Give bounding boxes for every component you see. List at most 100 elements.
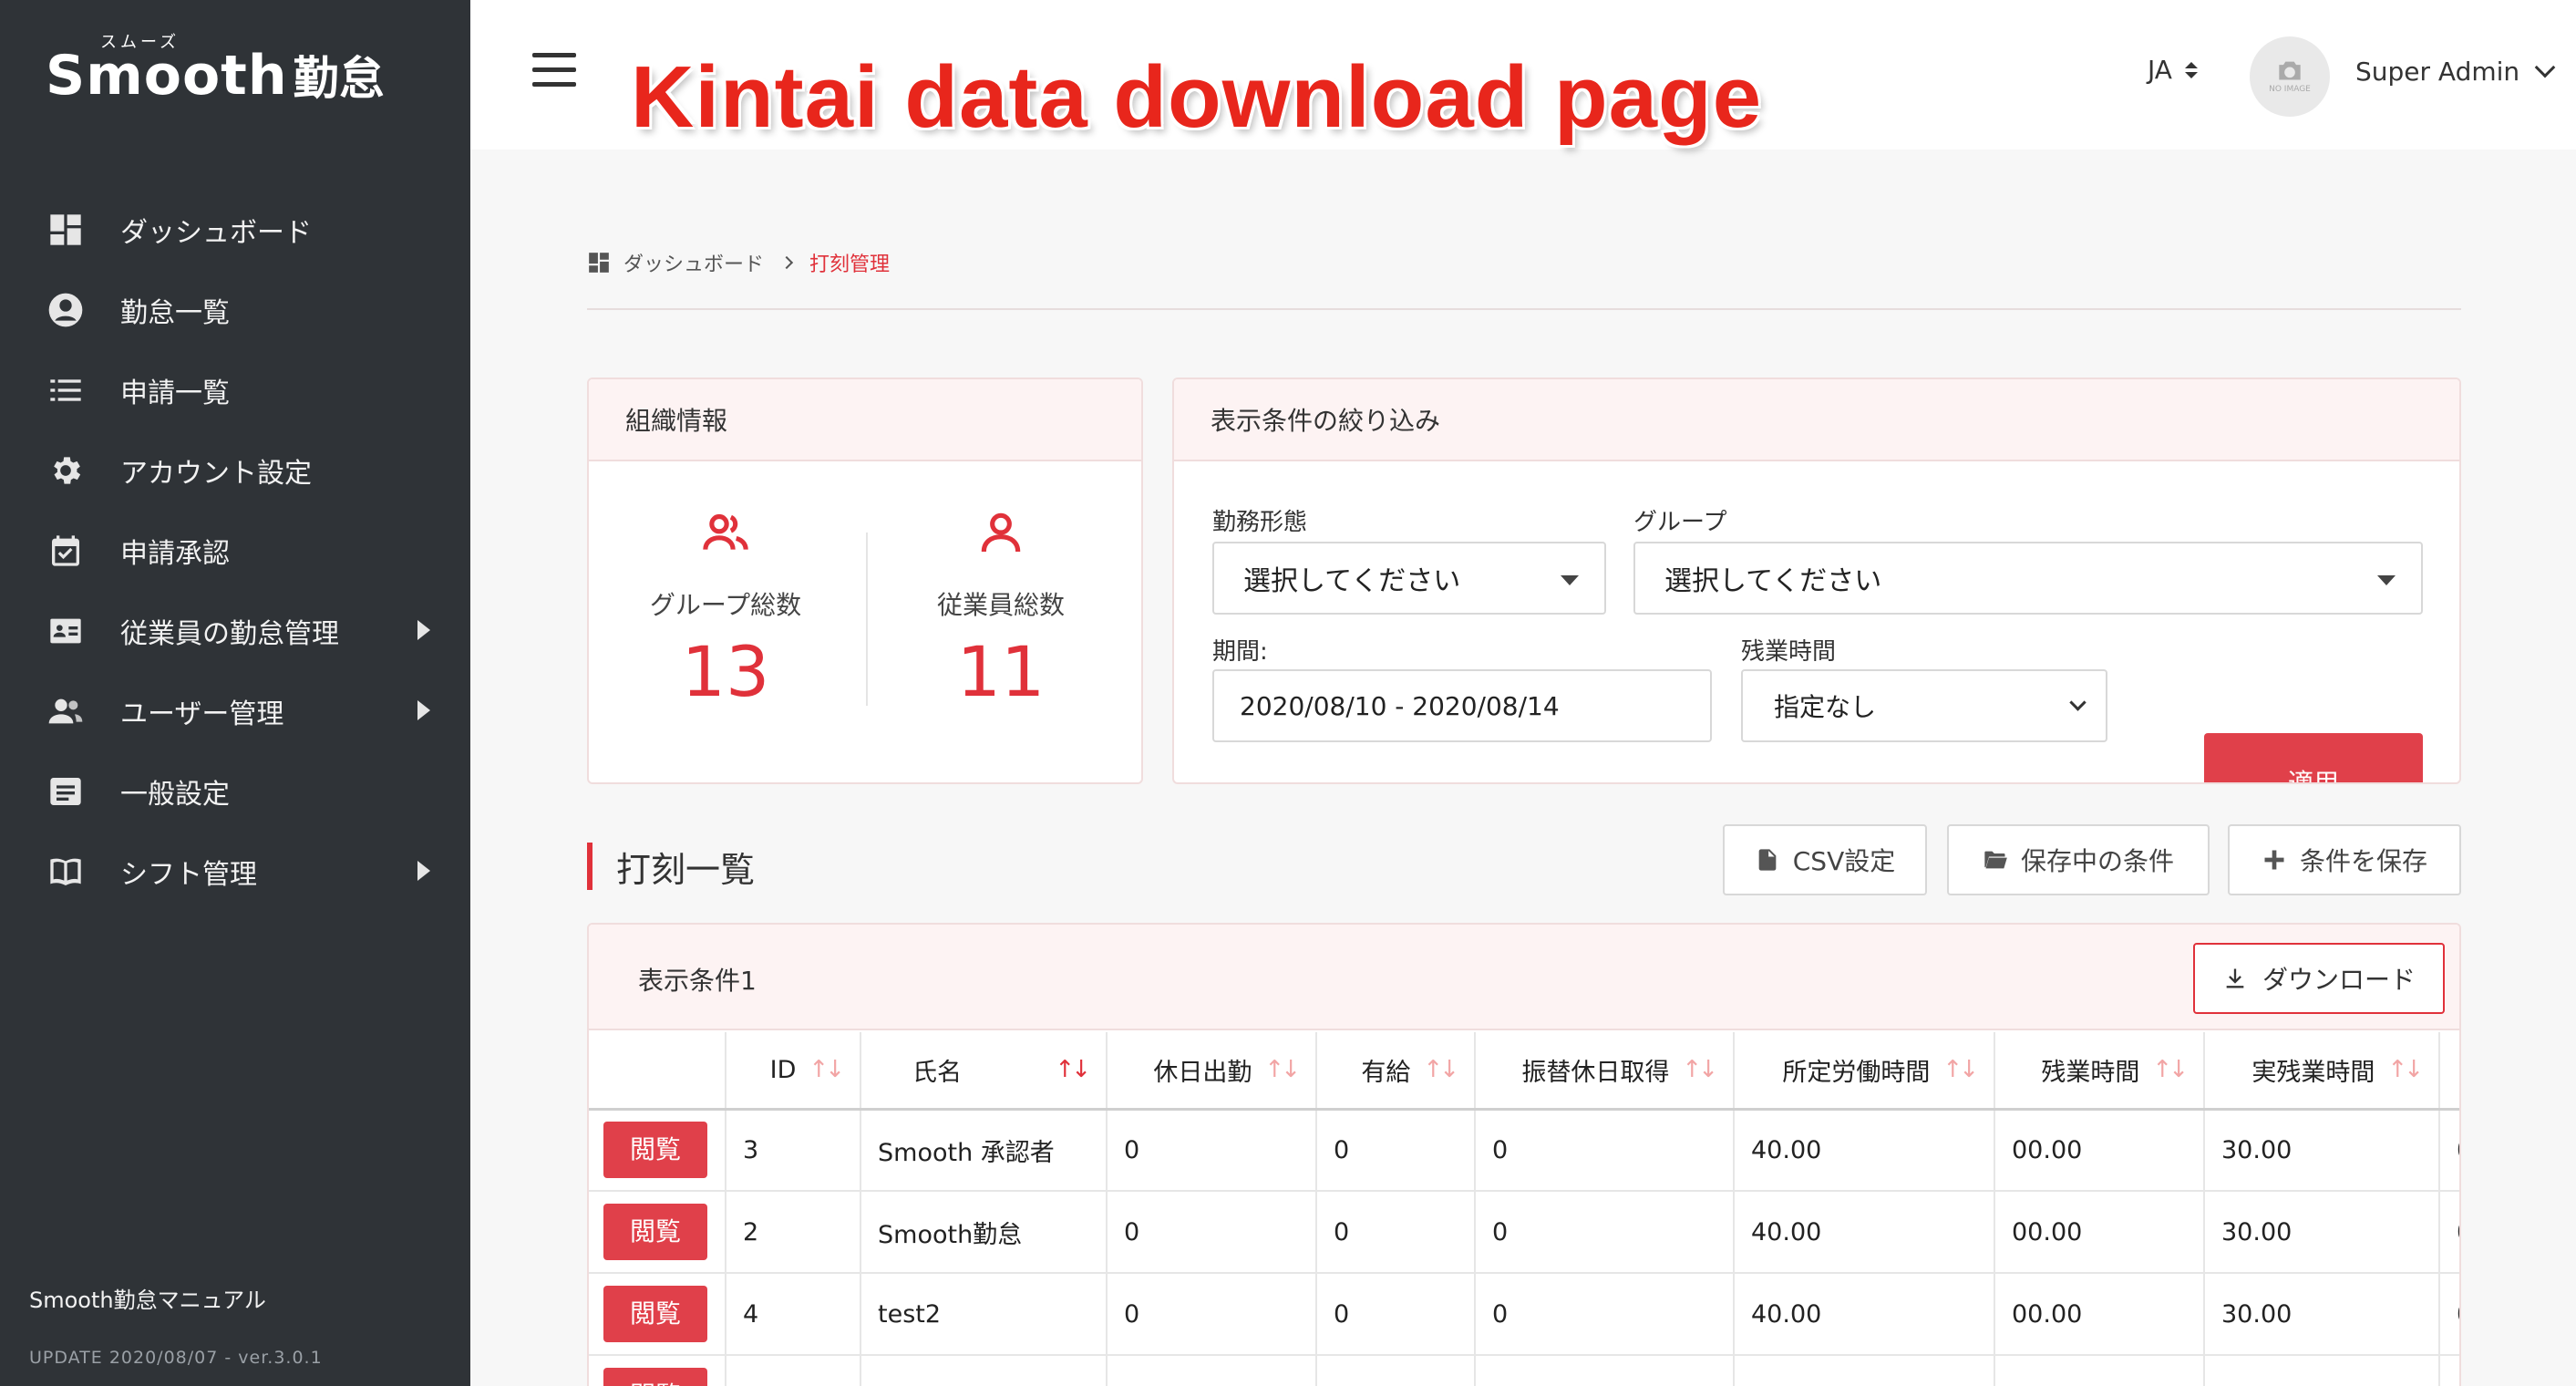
- app-logo[interactable]: スムーズ Smooth 勤怠: [46, 33, 385, 108]
- table-row: 閲覧 4 test2 0 0 0 40.00 00.00 30.00 0: [589, 1273, 2459, 1356]
- sidebar-item-request-list[interactable]: 申請一覧: [0, 350, 470, 430]
- column-header-actual-overtime[interactable]: 実残業時間 ↑↓: [2204, 1032, 2440, 1111]
- org-info-title: 組織情報: [589, 379, 1141, 461]
- version-text: UPDATE 2020/08/07 - ver.3.0.1: [29, 1348, 323, 1368]
- sidebar-item-label: 勤怠一覧: [120, 297, 230, 329]
- sidebar-item-user-management[interactable]: ユーザー管理: [0, 671, 470, 751]
- dashboard-icon: [589, 253, 609, 273]
- column-header-scheduled-hours[interactable]: 所定労働時間 ↑↓: [1734, 1032, 1995, 1111]
- caret-right-icon: [417, 700, 430, 720]
- cell-id: [726, 1355, 861, 1386]
- user-menu[interactable]: Super Admin: [2355, 57, 2556, 87]
- sidebar-item-label: シフト管理: [120, 859, 257, 891]
- overtime-value: 指定なし: [1774, 692, 1877, 722]
- settings-card-icon: [46, 771, 86, 812]
- sort-icon: ↑↓: [1682, 1056, 1718, 1084]
- logo-ruby: スムーズ: [100, 33, 180, 52]
- sidebar-item-dashboard[interactable]: ダッシュボード: [0, 190, 470, 270]
- list-icon: [46, 370, 86, 410]
- column-header-substitute-holiday[interactable]: 振替休日取得 ↑↓: [1475, 1032, 1735, 1111]
- sidebar-item-request-approval[interactable]: 申請承認: [0, 511, 470, 591]
- language-select[interactable]: JA: [2148, 55, 2198, 85]
- gear-icon: [46, 450, 86, 491]
- group-select[interactable]: 選択してください: [1633, 542, 2423, 615]
- table-header-bar: 表示条件1 ダウンロード: [589, 925, 2459, 1030]
- avatar-placeholder-text: NO IMAGE: [2269, 85, 2311, 94]
- save-condition-button[interactable]: 条件を保存: [2228, 824, 2461, 895]
- manual-link[interactable]: Smooth勤怠マニュアル: [29, 1282, 266, 1314]
- cell-extra: 0: [2439, 1109, 2459, 1192]
- period-input[interactable]: 2020/08/10 - 2020/08/14: [1212, 669, 1712, 742]
- hamburger-menu-icon[interactable]: [532, 53, 576, 88]
- cell-substitute: 0: [1475, 1191, 1735, 1274]
- chevron-down-icon: [2069, 694, 2087, 711]
- column-header-paid-leave[interactable]: 有給 ↑↓: [1316, 1032, 1476, 1111]
- column-header-id[interactable]: ID ↑↓: [726, 1032, 861, 1111]
- column-header-extra: [2439, 1032, 2459, 1111]
- breadcrumb-home[interactable]: ダッシュボード: [623, 248, 764, 277]
- sort-icon: ↑↓: [1942, 1056, 1979, 1084]
- sidebar-item-label: 従業員の勤怠管理: [120, 618, 339, 650]
- sort-active-icon: ↑↓: [1055, 1056, 1091, 1084]
- cell-holiday-work: 0: [1107, 1273, 1317, 1356]
- column-header-overtime[interactable]: 残業時間 ↑↓: [1994, 1032, 2205, 1111]
- download-label: ダウンロード: [2262, 965, 2416, 995]
- sort-icon: ↑↓: [2387, 1056, 2424, 1084]
- file-icon: [1758, 849, 1777, 871]
- column-header-holiday-work[interactable]: 休日出勤 ↑↓: [1107, 1032, 1317, 1111]
- overtime-select[interactable]: 指定なし: [1741, 669, 2107, 742]
- employee-count-label: 従業員総数: [936, 590, 1065, 620]
- sort-arrows-icon: [2184, 61, 2198, 78]
- user-name: Super Admin: [2355, 57, 2520, 87]
- cell-holiday-work: [1107, 1355, 1317, 1386]
- id-card-icon: [46, 611, 86, 651]
- avatar[interactable]: NO IMAGE: [2250, 36, 2330, 117]
- download-icon: [2226, 968, 2244, 988]
- table-row: 閲覧: [589, 1355, 2459, 1386]
- cell-substitute: 0: [1475, 1273, 1735, 1356]
- view-button[interactable]: 閲覧: [603, 1286, 707, 1342]
- breadcrumb-divider: [587, 308, 2461, 310]
- work-type-select[interactable]: 選択してください: [1212, 542, 1606, 615]
- cell-actual-overtime: 30.00: [2204, 1109, 2440, 1192]
- period-value: 2020/08/10 - 2020/08/14: [1240, 690, 1560, 721]
- group-count-block: グループ総数 13: [589, 507, 862, 712]
- dashboard-icon: [46, 210, 86, 250]
- download-button[interactable]: ダウンロード: [2193, 943, 2445, 1014]
- cell-paid-leave: 0: [1316, 1273, 1476, 1356]
- cell-id: 2: [726, 1191, 861, 1274]
- view-button[interactable]: 閲覧: [603, 1368, 707, 1386]
- period-label: 期間:: [1212, 638, 1268, 666]
- book-icon: [46, 852, 86, 892]
- table-header-row: ID ↑↓ 氏名 ↑↓ 休日出勤 ↑↓ 有給 ↑↓ 振替休日取得 ↑↓ 所定労働時間 ↑↓ …: [589, 1032, 2459, 1111]
- folder-open-icon: [1984, 851, 2007, 869]
- cell-overtime: 00.00: [1994, 1273, 2205, 1356]
- cell-substitute: 0: [1475, 1109, 1735, 1192]
- sidebar-item-account-settings[interactable]: アカウント設定: [0, 430, 470, 511]
- view-button[interactable]: 閲覧: [603, 1204, 707, 1260]
- cell-extra: 0: [2439, 1191, 2459, 1274]
- sidebar-item-employee-attendance[interactable]: 従業員の勤怠管理: [0, 591, 470, 671]
- cell-scheduled: 40.00: [1734, 1191, 1995, 1274]
- apply-button[interactable]: 適用: [2204, 733, 2423, 782]
- sidebar-item-attendance-list[interactable]: 勤怠一覧: [0, 270, 470, 350]
- sidebar-item-general-settings[interactable]: 一般設定: [0, 751, 470, 832]
- sort-icon: ↑↓: [1264, 1056, 1301, 1084]
- cell-id: 4: [726, 1273, 861, 1356]
- breadcrumb: ダッシュボード 打刻管理: [587, 248, 890, 277]
- sidebar-item-label: ユーザー管理: [120, 698, 284, 730]
- org-info-body: グループ総数 13 従業員総数 11: [589, 461, 1141, 782]
- camera-icon: [2279, 61, 2301, 80]
- sidebar-item-label: 申請承認: [120, 538, 230, 570]
- sidebar-item-shift-management[interactable]: シフト管理: [0, 832, 470, 912]
- csv-settings-button[interactable]: CSV設定: [1723, 824, 1927, 895]
- cell-name: [860, 1355, 1108, 1386]
- user-outline-icon: [981, 512, 1021, 553]
- column-header-name[interactable]: 氏名 ↑↓: [860, 1032, 1108, 1111]
- view-button[interactable]: 閲覧: [603, 1122, 707, 1179]
- save-condition-label: 条件を保存: [2299, 846, 2427, 876]
- users-outline-icon: [703, 513, 748, 550]
- caret-down-icon: [1561, 575, 1579, 585]
- cell-name: test2: [860, 1273, 1108, 1356]
- saved-conditions-button[interactable]: 保存中の条件: [1947, 824, 2210, 895]
